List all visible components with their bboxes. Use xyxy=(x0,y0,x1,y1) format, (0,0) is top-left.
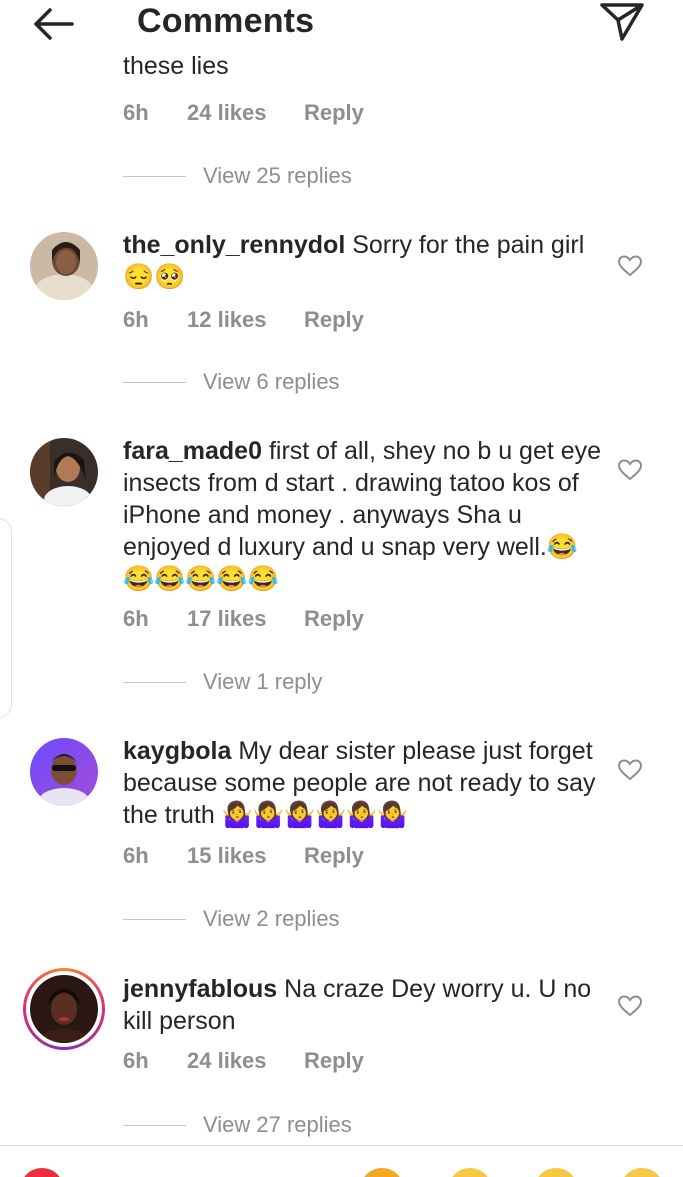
replies-divider xyxy=(123,919,186,920)
view-replies-button[interactable]: View 1 reply xyxy=(123,669,423,699)
comment-time: 6h xyxy=(123,307,149,332)
back-arrow-icon xyxy=(34,8,74,40)
comment-time: 6h xyxy=(123,606,149,631)
comment-time: 6h xyxy=(123,1048,149,1073)
view-replies-button[interactable]: View 2 replies xyxy=(123,906,423,936)
avatar-image xyxy=(30,232,98,300)
heart-icon[interactable] xyxy=(617,994,643,1018)
comment-time: 6h xyxy=(123,843,149,868)
emoji-option[interactable] xyxy=(534,1168,578,1177)
emoji-option[interactable] xyxy=(620,1168,664,1177)
heart-icon[interactable] xyxy=(617,254,643,278)
avatar-image xyxy=(30,438,98,506)
header-bar: Comments xyxy=(0,0,683,50)
comment-time: 6h xyxy=(123,100,149,125)
avatar-image xyxy=(30,975,98,1043)
emoji-option[interactable] xyxy=(20,1168,64,1177)
comment-likes[interactable]: 24 likes xyxy=(187,1048,267,1074)
comment-emoji: 🤷‍♀️🤷‍♀️🤷‍♀️🤷‍♀️🤷‍♀️🤷‍♀️ xyxy=(221,801,409,829)
replies-divider xyxy=(123,1125,186,1126)
emoji-quick-bar xyxy=(0,1145,683,1177)
reply-button[interactable]: Reply xyxy=(304,843,364,869)
replies-divider xyxy=(123,682,186,683)
emoji-option[interactable] xyxy=(448,1168,492,1177)
view-replies-button[interactable]: View 25 replies xyxy=(123,163,423,193)
emoji-option[interactable] xyxy=(360,1168,404,1177)
avatar[interactable] xyxy=(30,232,98,300)
replies-divider xyxy=(123,382,186,383)
comment-emoji: 😔🥺 xyxy=(123,263,186,291)
replies-divider xyxy=(123,176,186,177)
view-replies-label: View 25 replies xyxy=(203,163,352,188)
view-replies-label: View 1 reply xyxy=(203,669,323,694)
comments-feed[interactable]: these lies 6h 24 likes Reply View 25 rep… xyxy=(0,50,683,1145)
reply-button[interactable]: Reply xyxy=(304,606,364,632)
heart-icon[interactable] xyxy=(617,458,643,482)
comment-likes[interactable]: 17 likes xyxy=(187,606,267,632)
reply-button[interactable]: Reply xyxy=(304,307,364,333)
share-button[interactable] xyxy=(598,0,646,44)
heart-icon[interactable] xyxy=(617,758,643,782)
reply-button[interactable]: Reply xyxy=(304,100,364,126)
comment-text: kaygbola My dear sister please just forg… xyxy=(123,735,603,831)
comment-likes[interactable]: 15 likes xyxy=(187,843,267,869)
side-panel-handle[interactable] xyxy=(0,518,12,718)
view-replies-label: View 27 replies xyxy=(203,1112,352,1137)
comment-username[interactable]: the_only_rennydol xyxy=(123,231,345,259)
reply-button[interactable]: Reply xyxy=(304,1048,364,1074)
page-title: Comments xyxy=(137,2,315,40)
view-replies-label: View 6 replies xyxy=(203,369,340,394)
clipped-comment-text: these lies xyxy=(123,52,229,80)
avatar[interactable] xyxy=(30,738,98,806)
comment-username[interactable]: jennyfablous xyxy=(123,975,277,1003)
comment-likes[interactable]: 24 likes xyxy=(187,100,267,126)
avatar-image xyxy=(30,738,98,806)
comment-text: the_only_rennydol Sorry for the pain gir… xyxy=(123,229,603,293)
comment-likes[interactable]: 12 likes xyxy=(187,307,267,333)
comment-text: fara_made0 first of all, shey no b u get… xyxy=(123,435,603,595)
comment-body: Sorry for the pain girl xyxy=(352,231,585,259)
comment-username[interactable]: kaygbola xyxy=(123,737,231,765)
story-avatar[interactable] xyxy=(23,968,105,1050)
view-replies-button[interactable]: View 6 replies xyxy=(123,369,423,399)
avatar[interactable] xyxy=(30,438,98,506)
comment-username[interactable]: fara_made0 xyxy=(123,437,262,465)
send-icon xyxy=(600,3,644,41)
view-replies-label: View 2 replies xyxy=(203,906,340,931)
back-button[interactable] xyxy=(28,4,78,44)
view-replies-button[interactable]: View 27 replies xyxy=(123,1112,423,1142)
comment-text: jennyfablous Na craze Dey worry u. U no … xyxy=(123,973,603,1037)
